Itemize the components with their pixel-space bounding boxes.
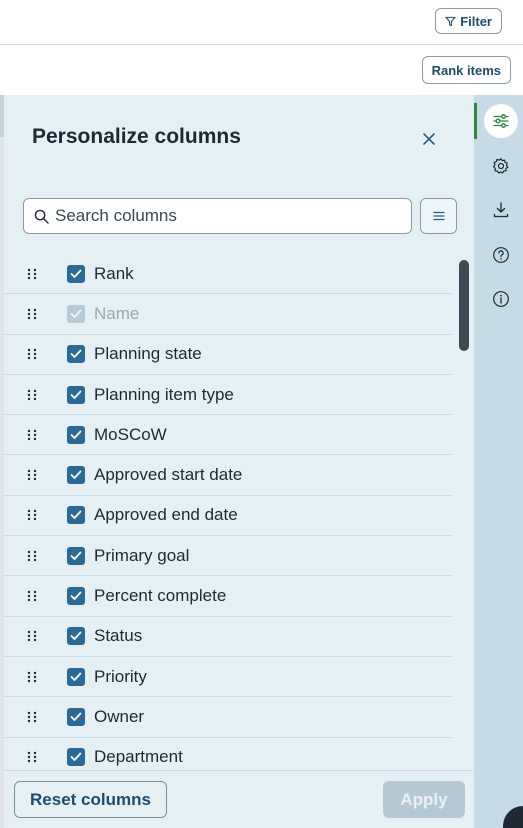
column-label: MoSCoW <box>94 424 167 444</box>
column-list-scrollbar[interactable] <box>459 260 469 351</box>
column-checkbox[interactable] <box>67 264 85 283</box>
checkmark-icon <box>70 309 82 318</box>
column-label: Rank <box>94 263 134 283</box>
column-checkbox[interactable] <box>67 748 85 767</box>
checkmark-icon <box>70 269 82 278</box>
download-button[interactable] <box>484 193 518 227</box>
action-bar: Rank items <box>0 45 523 95</box>
checkmark-icon <box>70 349 82 359</box>
close-button[interactable] <box>419 129 439 149</box>
column-label: Primary goal <box>94 545 190 565</box>
checkmark-icon <box>70 672 82 681</box>
checkmark-icon <box>70 511 82 520</box>
column-row-rank[interactable]: Rank <box>4 254 453 295</box>
drag-handle-icon[interactable] <box>27 308 37 320</box>
column-row-status[interactable]: Status <box>4 617 453 657</box>
column-row-priority[interactable]: Priority <box>4 657 453 698</box>
active-indicator <box>474 103 477 139</box>
column-label: Approved start date <box>94 465 243 485</box>
column-label: Approved end date <box>94 505 238 525</box>
filter-icon <box>445 16 456 26</box>
column-label: Planning state <box>94 344 202 364</box>
help-icon <box>493 247 509 263</box>
column-label: Name <box>94 303 140 323</box>
right-icon-rail <box>474 95 523 828</box>
column-checkbox[interactable] <box>67 385 85 404</box>
column-checkbox[interactable] <box>67 425 85 444</box>
column-label: Owner <box>94 706 145 726</box>
checkmark-icon <box>70 712 82 721</box>
filter-button-label: Filter <box>460 13 492 29</box>
settings-button[interactable] <box>484 149 518 183</box>
personalize-columns-button[interactable] <box>484 104 518 138</box>
column-checkbox[interactable] <box>67 667 85 686</box>
column-list: Rank Name Planning state Planning item t… <box>4 254 453 770</box>
drag-handle-icon[interactable] <box>27 751 37 763</box>
download-icon <box>493 202 509 218</box>
drag-handle-icon[interactable] <box>27 429 37 441</box>
column-row-planning-item-type[interactable]: Planning item type <box>4 375 453 416</box>
panel-title: Personalize columns <box>32 125 241 148</box>
checkmark-icon <box>70 631 82 641</box>
rank-items-button[interactable]: Rank items <box>421 56 511 84</box>
checkmark-icon <box>70 591 82 600</box>
column-label: Percent complete <box>94 586 227 606</box>
column-checkbox[interactable] <box>67 707 85 726</box>
drag-handle-icon[interactable] <box>27 630 37 642</box>
column-checkbox[interactable] <box>67 587 85 606</box>
top-toolbar: Filter <box>0 0 523 45</box>
panel-footer: Reset columns Apply <box>4 770 474 828</box>
info-icon <box>493 291 509 307</box>
column-checkbox[interactable] <box>67 506 85 525</box>
gear-icon <box>493 158 509 174</box>
column-checkbox[interactable] <box>67 546 85 565</box>
column-row-approved-start-date[interactable]: Approved start date <box>4 455 453 496</box>
help-button[interactable] <box>484 238 518 272</box>
drag-handle-icon[interactable] <box>27 550 37 562</box>
checkmark-icon <box>70 752 82 762</box>
reset-columns-button[interactable]: Reset columns <box>14 781 167 818</box>
column-label: Department <box>94 747 183 767</box>
checkmark-icon <box>70 390 82 399</box>
checkmark-icon <box>70 551 82 560</box>
column-checkbox[interactable] <box>67 627 85 646</box>
filter-button[interactable]: Filter <box>435 8 502 34</box>
column-checkbox[interactable] <box>67 466 85 485</box>
column-label: Status <box>94 626 143 646</box>
column-label: Planning item type <box>94 384 234 404</box>
drag-handle-icon[interactable] <box>27 389 37 401</box>
search-input[interactable] <box>55 206 395 226</box>
column-row-primary-goal[interactable]: Primary goal <box>4 536 453 577</box>
drag-handle-icon[interactable] <box>27 268 37 280</box>
sliders-icon <box>493 114 509 128</box>
drag-handle-icon[interactable] <box>27 348 37 360</box>
column-row-percent-complete[interactable]: Percent complete <box>4 576 453 617</box>
checkmark-icon <box>70 470 82 480</box>
column-label: Priority <box>94 666 147 686</box>
drag-handle-icon[interactable] <box>27 590 37 602</box>
drag-handle-icon[interactable] <box>27 711 37 723</box>
column-row-department[interactable]: Department <box>4 738 453 770</box>
column-checkbox[interactable] <box>67 345 85 364</box>
info-button[interactable] <box>484 282 518 316</box>
drag-handle-icon[interactable] <box>27 469 37 481</box>
personalize-columns-panel: Personalize columns Rank Name Planning s… <box>4 95 474 828</box>
column-row-planning-state[interactable]: Planning state <box>4 335 453 375</box>
column-row-owner[interactable]: Owner <box>4 697 453 738</box>
column-row-moscow[interactable]: MoSCoW <box>4 415 453 456</box>
search-field[interactable] <box>23 198 412 234</box>
close-icon <box>423 133 435 145</box>
apply-button[interactable]: Apply <box>383 781 465 818</box>
search-icon <box>34 209 49 224</box>
list-options-button[interactable] <box>420 198 457 234</box>
drag-handle-icon[interactable] <box>27 509 37 521</box>
column-row-approved-end-date[interactable]: Approved end date <box>4 496 453 537</box>
drag-handle-icon[interactable] <box>27 671 37 683</box>
column-row-name: Name <box>4 294 453 335</box>
checkmark-icon <box>70 430 82 439</box>
column-checkbox-disabled <box>67 304 85 323</box>
menu-lines-icon <box>432 211 445 221</box>
